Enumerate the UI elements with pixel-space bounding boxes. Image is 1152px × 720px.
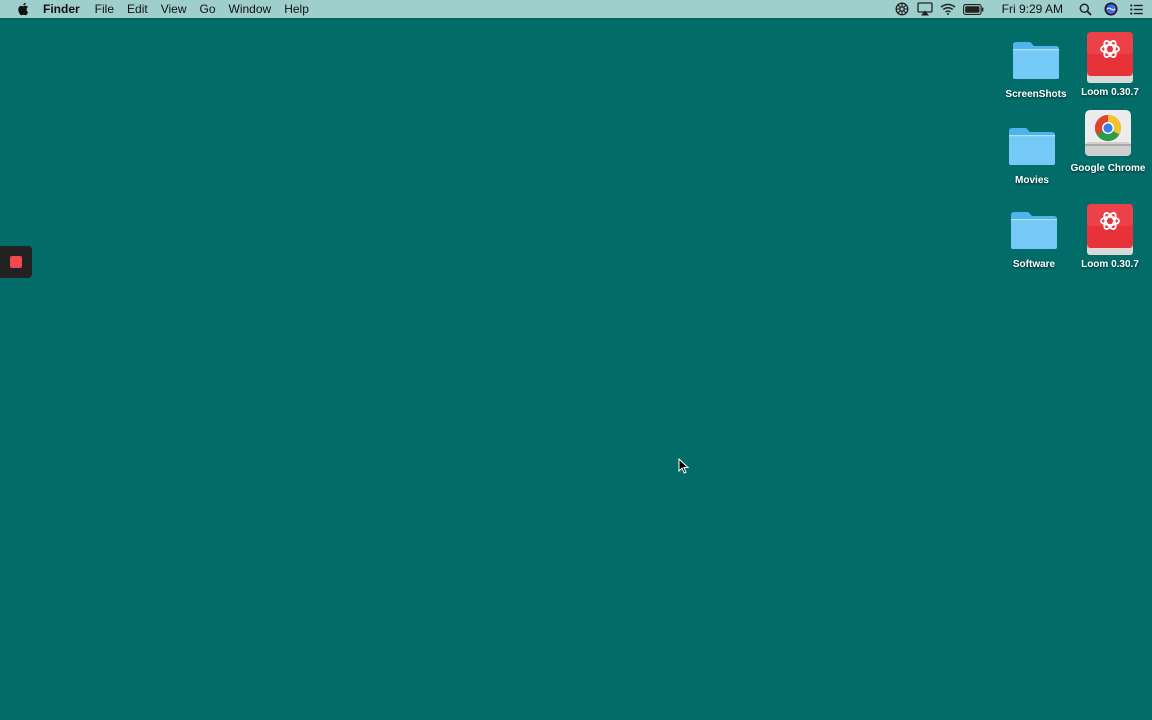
apple-icon[interactable]: [15, 2, 29, 16]
desktop[interactable]: Finder File Edit View Go Window Help Fri…: [0, 0, 1152, 720]
stop-recording-icon: [10, 256, 22, 268]
mouse-cursor-icon: [678, 457, 690, 474]
desktop-item-label: Loom 0.30.7: [1081, 259, 1139, 270]
notification-center-icon[interactable]: [1128, 1, 1144, 17]
menu-clock[interactable]: Fri 9:29 AM: [1002, 2, 1063, 16]
menu-app-finder[interactable]: Finder: [43, 0, 80, 18]
desktop-item-software[interactable]: Software: [995, 202, 1073, 270]
folder-icon: [1008, 32, 1064, 88]
loom-icon[interactable]: [894, 1, 910, 17]
menu-go[interactable]: Go: [200, 0, 216, 18]
menu-file[interactable]: File: [95, 0, 114, 18]
chrome-disk-icon: [1080, 106, 1136, 162]
search-icon[interactable]: [1077, 1, 1093, 17]
menu-edit[interactable]: Edit: [127, 0, 148, 18]
menu-bar: Finder File Edit View Go Window Help Fri…: [0, 0, 1152, 18]
desktop-item-google-chrome[interactable]: Google Chrome: [1069, 106, 1147, 174]
folder-icon: [1004, 118, 1060, 174]
desktop-item-label: Loom 0.30.7: [1081, 87, 1139, 98]
desktop-item-label: Movies: [1015, 175, 1049, 186]
folder-icon: [1006, 202, 1062, 258]
menu-window[interactable]: Window: [229, 0, 272, 18]
wifi-icon[interactable]: [940, 1, 956, 17]
menu-help[interactable]: Help: [284, 0, 309, 18]
loom-disk-icon: [1082, 202, 1138, 258]
desktop-item-loom-disk-2[interactable]: Loom 0.30.7: [1071, 202, 1149, 270]
desktop-item-label: Google Chrome: [1070, 163, 1146, 174]
siri-icon[interactable]: [1103, 1, 1119, 17]
desktop-item-movies[interactable]: Movies: [993, 118, 1071, 186]
battery-icon[interactable]: [963, 1, 985, 17]
menu-view[interactable]: View: [161, 0, 187, 18]
desktop-item-loom-disk[interactable]: Loom 0.30.7: [1071, 30, 1149, 98]
loom-disk-icon: [1082, 30, 1138, 86]
stop-recording-button[interactable]: [0, 246, 32, 278]
airplay-icon[interactable]: [916, 1, 933, 17]
desktop-item-screenshots[interactable]: ScreenShots: [997, 32, 1075, 100]
desktop-item-label: Software: [1012, 259, 1056, 270]
desktop-item-label: ScreenShots: [1005, 89, 1067, 100]
